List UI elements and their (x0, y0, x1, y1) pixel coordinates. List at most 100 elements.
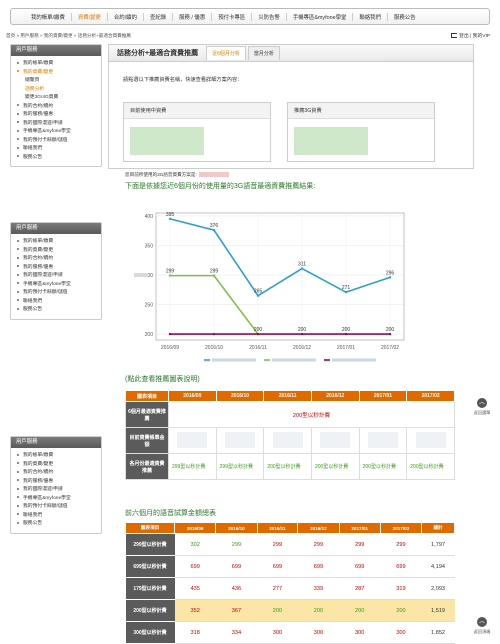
topnav-item[interactable]: 查紀錄 (144, 12, 174, 21)
table-cell: 299 (297, 533, 340, 556)
bullet-icon (17, 146, 19, 149)
topnav-item[interactable]: 災防告警 (252, 12, 287, 21)
back-to-menu-label: 返回選單 (473, 410, 491, 415)
sidebar-item[interactable]: 總覽頁 (11, 77, 101, 86)
sidebar-item[interactable]: 服務公告 (11, 306, 101, 315)
logout-label: 登出 | 我的VIP (459, 34, 490, 39)
column-header: 2017/01 (338, 522, 381, 534)
sidebar-item[interactable]: 話務分析 (11, 86, 101, 95)
sidebar-item[interactable]: 我的預付卡餘額/儲值 (11, 289, 101, 298)
sidebar-item-label: 服務公告 (23, 307, 43, 312)
sidebar-item[interactable]: 服務公告 (11, 154, 101, 163)
table-cell: 277 (257, 577, 298, 600)
row-label[interactable]: 699型以秒計費 (125, 555, 175, 578)
sidebar-item[interactable]: 我的預付卡餘額/儲值 (11, 137, 101, 146)
chart-title: 下面是依據您近6個月份的使用量的3G語音最適資費推薦結果: (125, 183, 316, 190)
sidebar-item-label: 我的服務/優惠 (23, 112, 54, 117)
sidebar-item[interactable]: 聯絡我們 (11, 512, 101, 521)
column-header: 2017/01 (358, 390, 408, 402)
sidebar-item[interactable]: 我的帳單/繳費 (11, 238, 101, 247)
sidebar-item[interactable]: 我的國際漫遊/申請 (11, 120, 101, 129)
sidebar-item[interactable]: 我的服務/優惠 (11, 478, 101, 487)
sidebar-item[interactable]: 我的合約/續約 (11, 103, 101, 112)
current-plan-card[interactable]: 目前使用中資費 (123, 102, 271, 162)
recommend-plan-card[interactable]: 推薦3G資費 (287, 102, 435, 162)
data-label: 265 (254, 289, 263, 295)
table-cell (310, 427, 360, 454)
back-to-menu-button[interactable]: ︿ 返回選單 (472, 398, 492, 416)
sidebar-item[interactable]: 我的國際漫遊/申請 (11, 272, 101, 281)
data-label: 200 (254, 327, 263, 333)
six-month-recommend[interactable]: 200型以秒計費 (168, 401, 455, 428)
bullet-icon (17, 70, 19, 73)
logout-link[interactable]: 登出 | 我的VIP (451, 32, 490, 39)
sidebar-item[interactable]: 手機專區&myfone學堂 (11, 281, 101, 290)
sidebar-item[interactable]: 聯絡我們 (11, 298, 101, 307)
tab-six-months[interactable]: 近6個月分析 (206, 46, 246, 60)
current-plan-heading: 目前使用中資費 (124, 103, 270, 119)
topnav-item[interactable]: 聯絡我們 (353, 12, 388, 21)
sidebar-item[interactable]: 我的資費/變更 (11, 247, 101, 256)
row-label[interactable]: 300型以秒計費 (125, 621, 175, 644)
table-cell: 200 (297, 599, 340, 622)
legend-redacted (272, 358, 316, 362)
topnav-item[interactable]: 服務 / 優惠 (173, 12, 213, 21)
sidebar-item[interactable]: 我的國際漫遊/申請 (11, 486, 101, 495)
breadcrumb[interactable]: 首頁 » 用戶服務 » 我的資費/變更 » 話務分析+最適合資費推薦 (6, 33, 131, 39)
row-label[interactable]: 200型以秒計費 (125, 599, 175, 622)
sidebar-item[interactable]: 服務公告 (11, 520, 101, 529)
sidebar-item[interactable]: 我的帳單/繳費 (11, 452, 101, 461)
monthly-recommend[interactable]: 200型以秒計費 (358, 453, 408, 480)
bullet-icon (17, 479, 19, 482)
main-header: 話務分析+最適合資費推薦 近6個月分析 當月分析 (108, 44, 474, 61)
sidebar-item[interactable]: 我的服務/優惠 (11, 264, 101, 273)
sidebar-item[interactable]: 我的帳單/繳費 (11, 60, 101, 69)
sidebar-header: 用戶服務 (11, 45, 101, 56)
bullet-icon (17, 470, 19, 473)
monthly-recommend[interactable]: 200型以秒計費 (263, 453, 312, 480)
bullet-icon (17, 155, 19, 158)
table-row: 目前資費帳單金額 (125, 427, 455, 454)
total-cell: 1,852 (421, 621, 455, 644)
sidebar-item[interactable]: 我的預付卡餘額/儲值 (11, 503, 101, 512)
monthly-recommend[interactable]: 299型以秒計費 (215, 453, 265, 480)
tab-current-month[interactable]: 當月分析 (247, 46, 280, 60)
total-cell: 1,797 (421, 533, 455, 556)
redacted-amount (272, 431, 303, 448)
row-label[interactable]: 299型以秒計費 (125, 533, 175, 556)
redacted-amount (320, 431, 351, 448)
table-cell: 300 (297, 621, 340, 644)
topnav-item[interactable]: 服務公告 (388, 13, 422, 21)
column-header: 2016/10 (215, 390, 265, 402)
table-cell: 319 (380, 577, 422, 600)
monthly-recommend[interactable]: 299型以秒計費 (168, 453, 217, 480)
sidebar-item[interactable]: 我的合約/續約 (11, 255, 101, 264)
sidebar-item[interactable]: 我的合約/續約 (11, 469, 101, 478)
monthly-recommend[interactable]: 200型以秒計費 (310, 453, 360, 480)
sidebar-item[interactable]: 聯絡我們 (11, 145, 101, 154)
sidebar-item[interactable]: 變更3G/4G資費 (11, 94, 101, 103)
chart-help-link[interactable]: (點此查看推薦圖表說明) (125, 374, 200, 384)
topnav-item[interactable]: 手機專區&myfone學堂 (287, 12, 354, 21)
column-header: 圖表項目 (125, 390, 169, 402)
sidebar-item[interactable]: 我的資費/變更 (11, 69, 101, 78)
row-label[interactable]: 179型以秒計費 (125, 577, 175, 600)
recommend-plan-heading: 推薦3G資費 (288, 103, 434, 119)
data-label: 200 (298, 327, 307, 333)
data-point (168, 332, 172, 336)
table-cell: 300 (339, 621, 381, 644)
sidebar-item[interactable]: 手機專區&myfone學堂 (11, 495, 101, 504)
monthly-recommend[interactable]: 200型以秒計費 (406, 453, 455, 480)
topnav-item[interactable]: 預付卡專區 (212, 12, 253, 21)
sidebar-item-label: 我的預付卡餘額/儲值 (23, 504, 68, 509)
back-to-top-button[interactable]: ︿ 返回頂端 (472, 617, 492, 635)
sidebar-item-label: 我的國際漫遊/申請 (23, 487, 63, 492)
topnav-item[interactable]: 我的帳單/繳費 (25, 12, 72, 21)
table-cell: 300 (257, 621, 298, 644)
bullet-icon (17, 521, 19, 524)
sidebar-item[interactable]: 手機專區&myfone學堂 (11, 128, 101, 137)
topnav-item[interactable]: 合約/續約 (108, 12, 144, 21)
sidebar-item[interactable]: 我的服務/優惠 (11, 111, 101, 120)
topnav-item[interactable]: 資費/變更 (72, 12, 108, 21)
sidebar-item[interactable]: 我的資費/變更 (11, 461, 101, 470)
